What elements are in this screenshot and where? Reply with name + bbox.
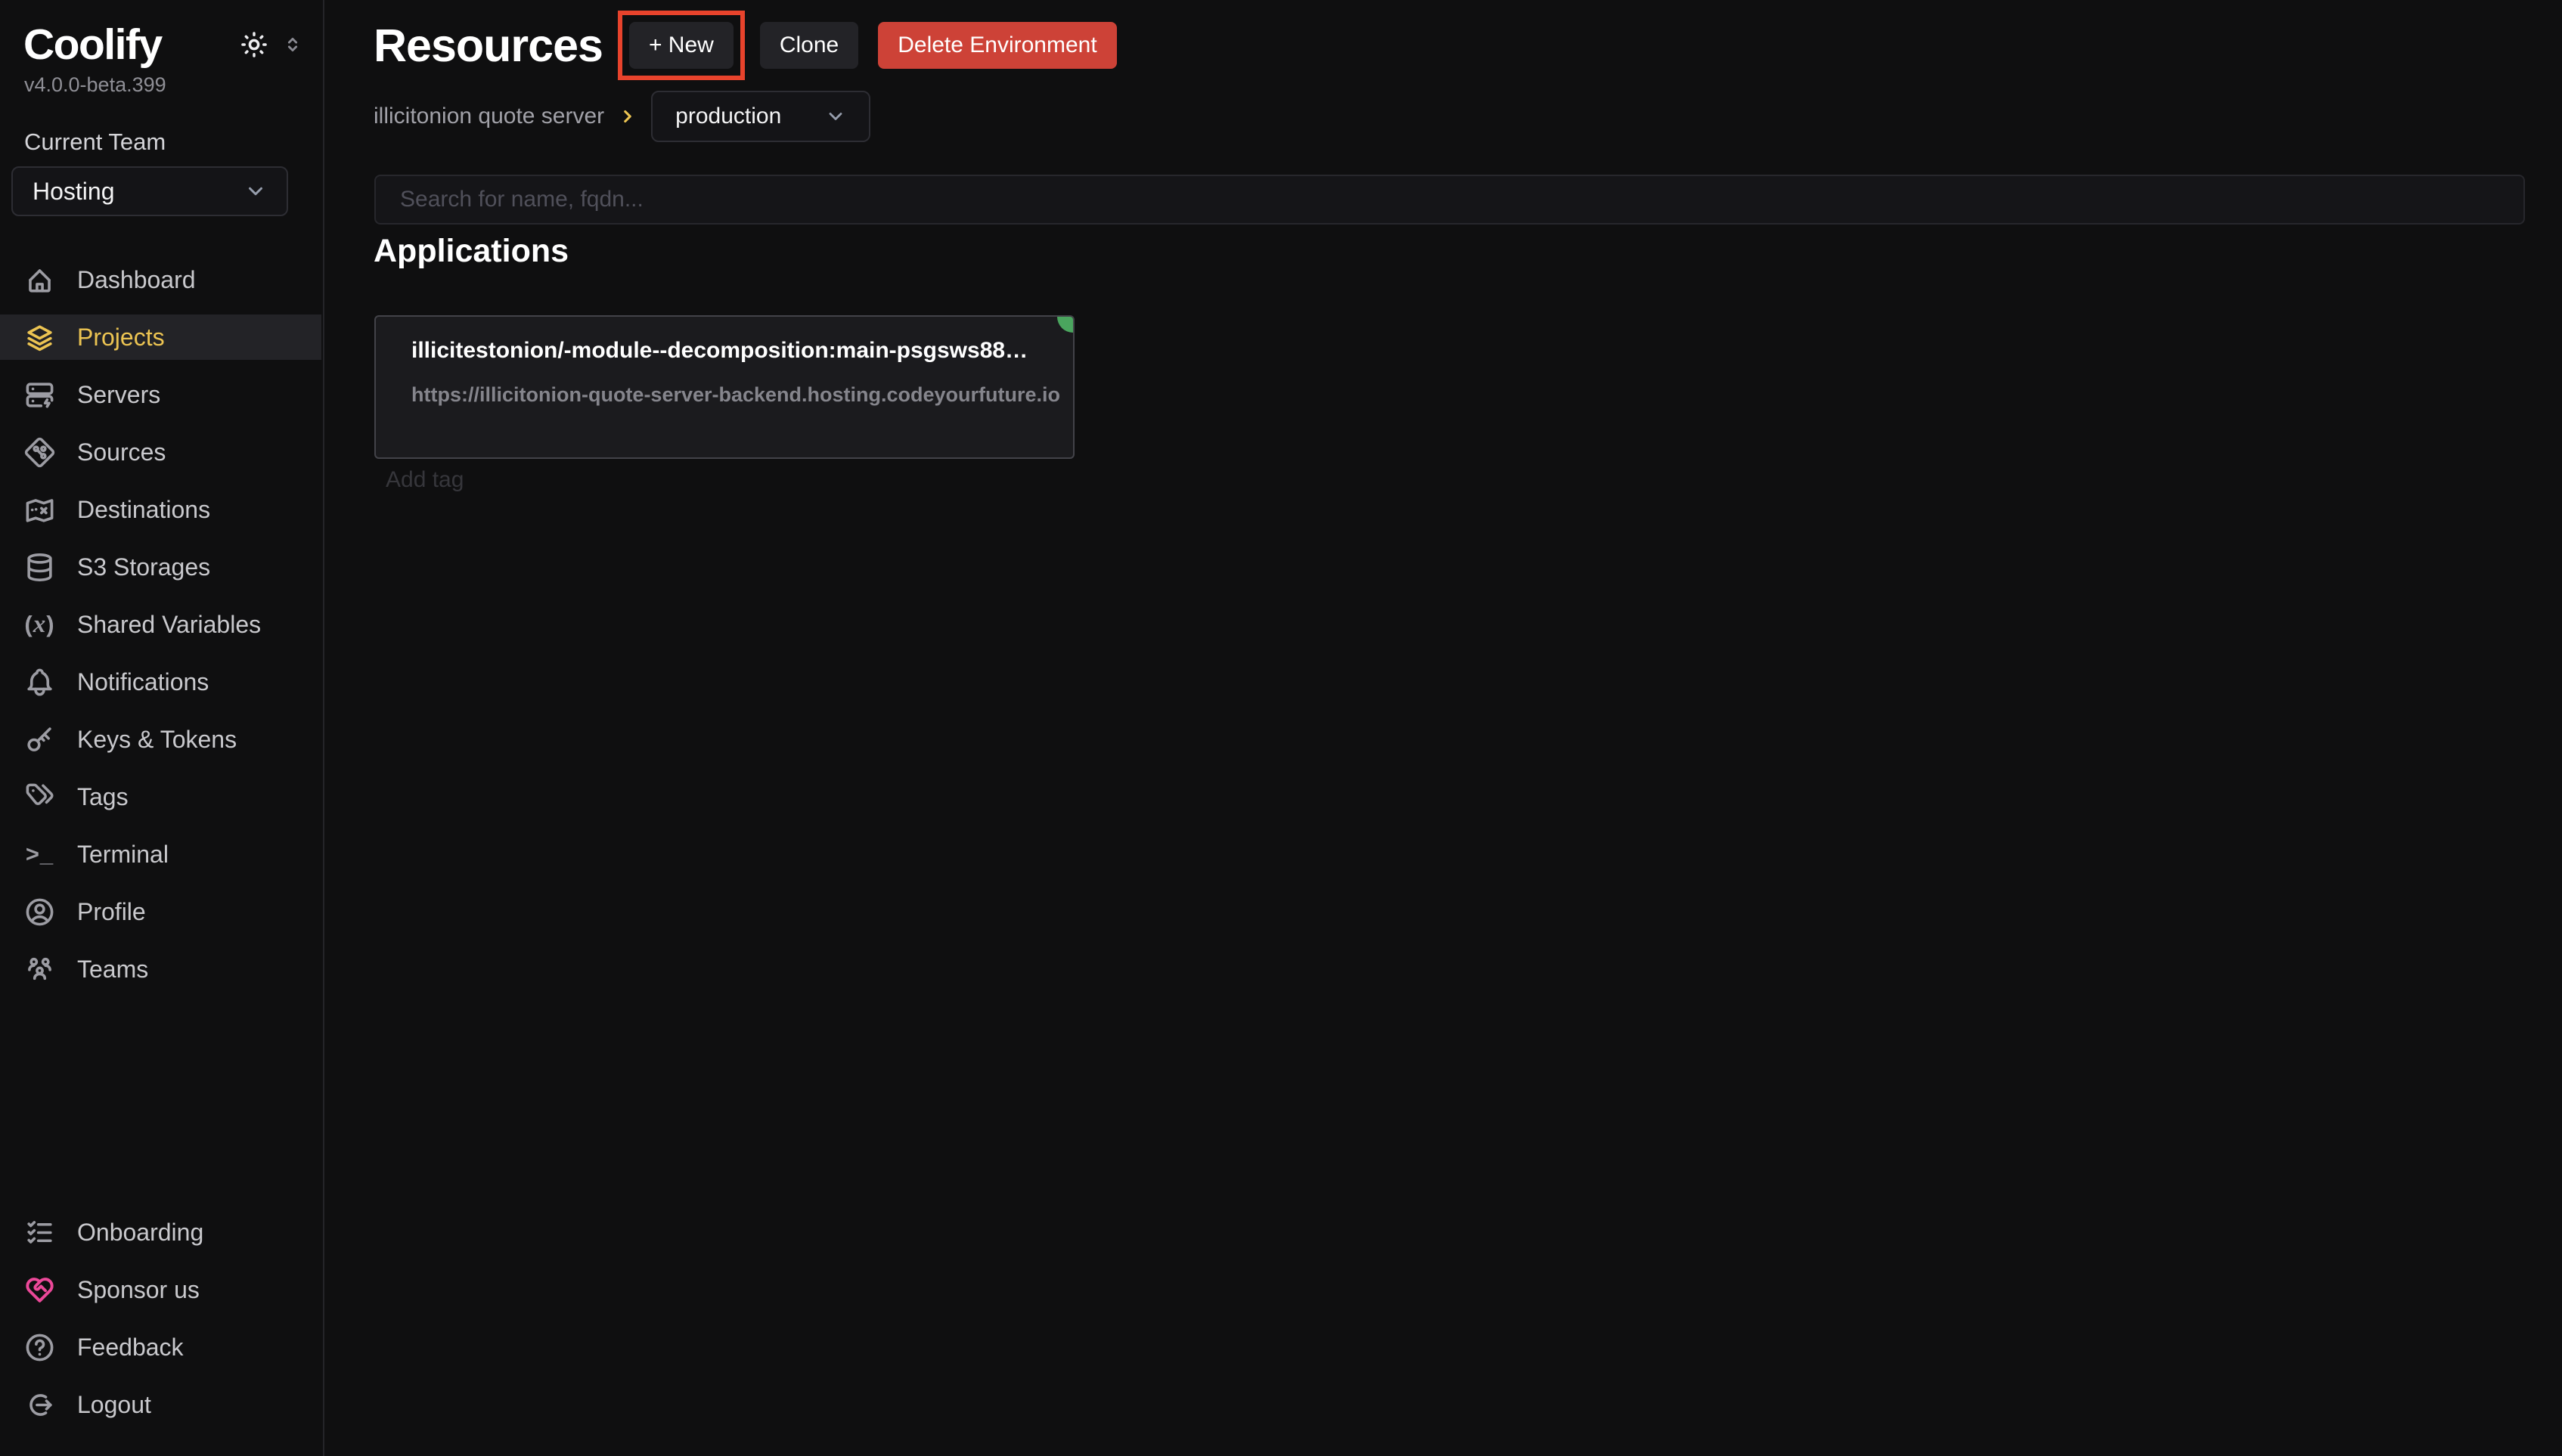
- applications-section-title: Applications: [374, 233, 569, 270]
- sidebar-item-label: Destinations: [77, 496, 210, 524]
- application-card[interactable]: illicitestonion/-module--decomposition:m…: [374, 315, 1075, 459]
- sidebar-header: Coolify: [23, 20, 303, 70]
- main-content: Resources + New Clone Delete Environment…: [326, 0, 2562, 1456]
- delete-environment-button[interactable]: Delete Environment: [878, 22, 1116, 69]
- sidebar-item-label: Onboarding: [77, 1219, 203, 1247]
- sidebar-item-label: Feedback: [77, 1334, 184, 1362]
- users-icon: [23, 953, 56, 986]
- sidebar-item-label: Sources: [77, 438, 166, 466]
- sidebar-item-onboarding[interactable]: Onboarding: [0, 1210, 321, 1255]
- sidebar-item-feedback[interactable]: Feedback: [0, 1324, 321, 1370]
- sidebar-header-icons: [238, 29, 303, 60]
- sidebar-menu: Dashboard Projects Servers Sources Destinati…: [0, 257, 321, 1004]
- chevron-down-icon: [244, 180, 267, 203]
- current-team-label: Current Team: [24, 129, 166, 156]
- click-annotation-box: + New: [618, 11, 745, 80]
- environment-select-value: production: [675, 104, 781, 129]
- user-circle-icon: [23, 896, 56, 928]
- app-logo: Coolify: [23, 20, 162, 70]
- theme-toggle-sun-icon[interactable]: [238, 29, 270, 60]
- sidebar-item-label: Dashboard: [77, 266, 196, 294]
- page-title: Resources: [374, 19, 603, 72]
- sidebar-item-label: Tags: [77, 783, 129, 811]
- clone-button[interactable]: Clone: [760, 22, 858, 69]
- sidebar-item-label: Terminal: [77, 841, 169, 869]
- home-icon: [23, 264, 56, 296]
- add-tag-button[interactable]: Add tag: [386, 467, 464, 493]
- sidebar: Coolify v4.0.0-beta.399 Current Team Hos…: [0, 0, 324, 1456]
- sidebar-item-label: Servers: [77, 381, 160, 409]
- sidebar-item-dashboard[interactable]: Dashboard: [0, 257, 321, 302]
- map-icon: [23, 494, 56, 526]
- sidebar-item-destinations[interactable]: Destinations: [0, 487, 321, 532]
- sidebar-item-label: Profile: [77, 898, 146, 926]
- sidebar-item-servers[interactable]: Servers: [0, 372, 321, 417]
- coolify-app: { "app": { "name": "Coolify", "version":…: [0, 0, 2562, 1456]
- sidebar-item-label: Shared Variables: [77, 611, 261, 639]
- breadcrumb: illicitonion quote server production: [374, 89, 870, 144]
- sidebar-item-terminal[interactable]: >_ Terminal: [0, 832, 321, 877]
- sidebar-item-label: Logout: [77, 1391, 151, 1419]
- sidebar-footer-menu: Onboarding Sponsor us Feedback Logout: [0, 1210, 321, 1439]
- logout-icon: [23, 1389, 56, 1421]
- sidebar-item-label: Notifications: [77, 668, 209, 696]
- sidebar-item-sponsor-us[interactable]: Sponsor us: [0, 1267, 321, 1312]
- checklist-icon: [23, 1216, 56, 1249]
- sidebar-item-keys-tokens[interactable]: Keys & Tokens: [0, 717, 321, 762]
- sidebar-item-tags[interactable]: Tags: [0, 774, 321, 819]
- help-circle-icon: [23, 1331, 56, 1364]
- sidebar-item-profile[interactable]: Profile: [0, 889, 321, 934]
- chevron-down-icon: [825, 106, 846, 127]
- new-button[interactable]: + New: [629, 22, 734, 69]
- terminal-icon: >_: [23, 838, 56, 871]
- application-url: https://illicitonion-quote-server-backen…: [411, 383, 1038, 407]
- sidebar-item-label: Teams: [77, 956, 148, 984]
- sidebar-item-label: Projects: [77, 324, 165, 352]
- variables-icon: (x): [23, 609, 56, 641]
- sidebar-item-label: Sponsor us: [77, 1276, 200, 1304]
- layers-icon: [23, 321, 56, 354]
- tags-icon: [23, 781, 56, 813]
- sidebar-item-shared-variables[interactable]: (x) Shared Variables: [0, 602, 321, 647]
- database-icon: [23, 551, 56, 584]
- bell-icon: [23, 666, 56, 699]
- sidebar-item-notifications[interactable]: Notifications: [0, 659, 321, 705]
- team-select-value: Hosting: [33, 178, 115, 206]
- search-input[interactable]: [374, 175, 2525, 225]
- application-name: illicitestonion/-module--decomposition:m…: [411, 338, 1038, 364]
- key-icon: [23, 723, 56, 756]
- sidebar-item-sources[interactable]: Sources: [0, 429, 321, 475]
- page-header: Resources + New Clone Delete Environment: [374, 11, 1117, 80]
- environment-select[interactable]: production: [651, 91, 870, 142]
- team-select[interactable]: Hosting: [11, 166, 288, 216]
- sidebar-item-teams[interactable]: Teams: [0, 946, 321, 992]
- chevron-right-icon: [618, 107, 637, 126]
- selector-updown-icon[interactable]: [282, 34, 303, 55]
- breadcrumb-project[interactable]: illicitonion quote server: [374, 104, 604, 129]
- sidebar-item-label: Keys & Tokens: [77, 726, 237, 754]
- sidebar-item-s3-storages[interactable]: S3 Storages: [0, 544, 321, 590]
- status-indicator-running: [1057, 315, 1075, 333]
- app-version: v4.0.0-beta.399: [24, 73, 166, 97]
- sidebar-item-logout[interactable]: Logout: [0, 1382, 321, 1427]
- heart-hands-icon: [23, 1274, 56, 1306]
- git-source-icon: [23, 436, 56, 469]
- sidebar-item-projects[interactable]: Projects: [0, 314, 321, 360]
- sidebar-item-label: S3 Storages: [77, 553, 210, 581]
- server-icon: [23, 379, 56, 411]
